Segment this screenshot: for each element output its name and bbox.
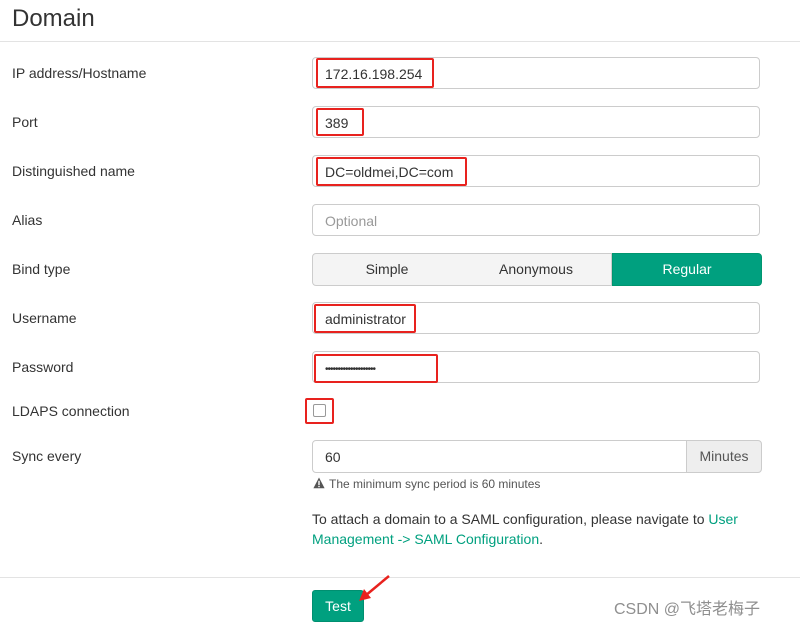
bind-type-label: Bind type [12, 261, 71, 277]
alias-label: Alias [12, 212, 43, 228]
port-value: 389 [325, 115, 349, 131]
port-label: Port [12, 114, 38, 130]
saml-info-end: . [539, 531, 543, 547]
warning-icon [313, 477, 325, 489]
sync-label: Sync every [12, 448, 82, 464]
alias-field[interactable]: Optional [312, 204, 760, 236]
bind-type-simple[interactable]: Simple [312, 253, 462, 286]
alias-placeholder: Optional [325, 213, 378, 229]
username-field[interactable]: administrator [312, 302, 760, 334]
password-field[interactable]: •••••••••••••••••••• [312, 351, 760, 383]
password-value: •••••••••••••••••••• [325, 364, 376, 375]
sync-interval-input[interactable]: 60 [312, 440, 688, 473]
sync-unit-addon: Minutes [686, 440, 762, 473]
ldaps-label: LDAPS connection [12, 403, 130, 419]
ip-label: IP address/Hostname [12, 65, 147, 81]
distinguished-name-value: DC=oldmei,DC=com [325, 164, 454, 180]
username-label: Username [12, 310, 77, 326]
bind-type-anonymous[interactable]: Anonymous [461, 253, 612, 286]
password-label: Password [12, 359, 74, 375]
top-divider [0, 41, 800, 42]
bind-type-regular[interactable]: Regular [612, 253, 762, 286]
port-field[interactable]: 389 [312, 106, 760, 138]
sync-hint: The minimum sync period is 60 minutes [313, 477, 540, 491]
username-value: administrator [325, 311, 406, 327]
bottom-divider [0, 577, 800, 578]
saml-info-text: To attach a domain to a SAML configurati… [312, 511, 709, 527]
dn-label: Distinguished name [12, 163, 135, 179]
page-title: Domain [12, 5, 95, 32]
ldaps-checkbox[interactable] [313, 404, 326, 417]
ip-address-value: 172.16.198.254 [325, 66, 423, 82]
saml-info: To attach a domain to a SAML configurati… [312, 509, 762, 549]
red-arrow-annotation [359, 575, 390, 601]
watermark: CSDN @飞塔老梅子 [614, 601, 761, 618]
ip-address-field[interactable]: 172.16.198.254 [312, 57, 760, 89]
sync-interval-value: 60 [325, 449, 341, 465]
distinguished-name-field[interactable]: DC=oldmei,DC=com [312, 155, 760, 187]
sync-hint-text: The minimum sync period is 60 minutes [329, 477, 541, 491]
